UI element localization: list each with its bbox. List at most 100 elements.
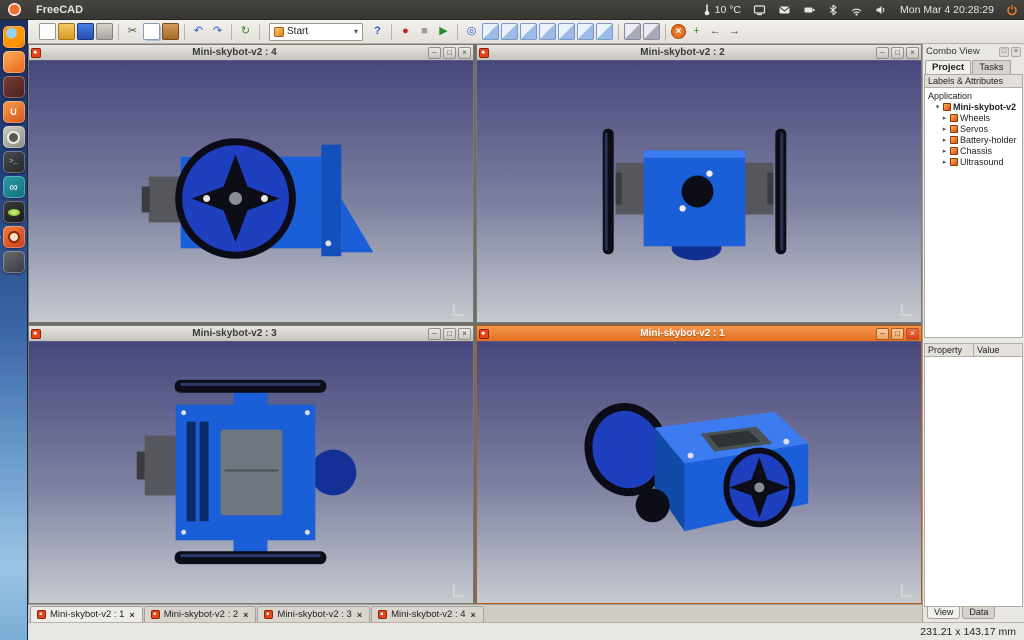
viewport-3d-iso-view[interactable] <box>477 341 921 603</box>
bluetooth-indicator[interactable] <box>828 0 838 20</box>
messaging-indicator[interactable] <box>778 0 791 20</box>
selection-view-icon[interactable] <box>643 23 660 40</box>
draw-style-icon[interactable] <box>624 23 641 40</box>
rear-view-icon[interactable] <box>558 23 575 40</box>
open-file-icon[interactable] <box>58 23 75 40</box>
macro-stop-icon[interactable]: ■ <box>416 23 433 40</box>
next-view-icon[interactable]: → <box>726 23 743 40</box>
document-tab-1[interactable]: Mini-skybot-v2 : 1 × <box>30 606 143 622</box>
display-indicator[interactable] <box>753 0 766 20</box>
document-tab-3[interactable]: Mini-skybot-v2 : 3 × <box>257 606 370 622</box>
tree-item-battery-holder[interactable]: ▸ Battery-holder <box>925 134 1022 145</box>
tree-item-wheels[interactable]: ▸ Wheels <box>925 112 1022 123</box>
clock-indicator[interactable]: Mon Mar 4 20:28:29 <box>900 0 994 20</box>
restore-button[interactable]: □ <box>443 328 456 340</box>
tree-item-chassis[interactable]: ▸ Chassis <box>925 145 1022 156</box>
weather-indicator[interactable]: 10 °C <box>702 0 741 20</box>
close-button[interactable]: × <box>458 328 471 340</box>
launcher-item-software-center[interactable] <box>3 51 25 73</box>
fit-all-icon[interactable]: ◎ <box>463 23 480 40</box>
tab-close-icon[interactable]: × <box>470 610 477 620</box>
tree-item-document[interactable]: ▾ Mini-skybot-v2 <box>925 101 1022 112</box>
front-view-icon[interactable] <box>501 23 518 40</box>
tab-close-icon[interactable]: × <box>128 610 135 620</box>
minimize-button[interactable]: – <box>428 328 441 340</box>
viewport-3d-front-view[interactable] <box>477 60 921 322</box>
close-button[interactable]: × <box>906 328 919 340</box>
cut-icon[interactable]: ✂ <box>124 23 141 40</box>
workbench-value: Start <box>287 26 351 37</box>
launcher-item-arduino[interactable]: ∞ <box>3 176 25 198</box>
tree-item-application[interactable]: Application <box>925 90 1022 101</box>
tree-collapsed-icon[interactable]: ▸ <box>941 125 948 133</box>
stop-loading-icon[interactable]: × <box>671 24 686 39</box>
minimize-button[interactable]: – <box>876 328 889 340</box>
macro-record-icon[interactable]: ● <box>397 23 414 40</box>
workbench-selector[interactable]: Start ▾ <box>269 23 363 41</box>
undo-icon[interactable]: ↶ <box>190 23 207 40</box>
bluetooth-icon <box>828 4 838 16</box>
tree-collapsed-icon[interactable]: ▸ <box>941 114 948 122</box>
copy-icon[interactable] <box>143 23 160 40</box>
network-indicator[interactable] <box>850 0 863 20</box>
subwindow-title: Mini-skybot-v2 : 1 <box>491 328 874 339</box>
left-view-icon[interactable] <box>596 23 613 40</box>
launcher-item-terminal[interactable]: >_ <box>3 151 25 173</box>
tree-collapsed-icon[interactable]: ▸ <box>941 136 948 144</box>
save-file-icon[interactable] <box>77 23 94 40</box>
macro-play-icon[interactable]: ▶ <box>435 23 452 40</box>
session-indicator[interactable] <box>1006 0 1018 20</box>
close-panel-icon[interactable]: × <box>1011 47 1021 57</box>
new-file-icon[interactable] <box>39 23 56 40</box>
toolbar-separator <box>665 24 666 40</box>
axonometric-view-icon[interactable] <box>482 23 499 40</box>
float-panel-icon[interactable]: □ <box>999 47 1009 57</box>
tree-item-servos[interactable]: ▸ Servos <box>925 123 1022 134</box>
tab-project[interactable]: Project <box>925 60 971 74</box>
tab-tasks[interactable]: Tasks <box>972 60 1010 74</box>
paste-icon[interactable] <box>162 23 179 40</box>
restore-button[interactable]: □ <box>891 328 904 340</box>
tree-expanded-icon[interactable]: ▾ <box>934 103 941 111</box>
print-icon[interactable] <box>96 23 113 40</box>
launcher-item-nvidia-settings[interactable] <box>3 201 25 223</box>
redo-icon[interactable]: ↷ <box>209 23 226 40</box>
viewport-3d-side-view[interactable] <box>29 60 473 322</box>
restore-button[interactable]: □ <box>891 47 904 59</box>
launcher-item-freecad-active[interactable] <box>3 226 25 248</box>
add-view-icon[interactable]: + <box>688 23 705 40</box>
bottom-view-icon[interactable] <box>577 23 594 40</box>
ubuntu-home-button[interactable] <box>0 0 28 20</box>
minimize-button[interactable]: – <box>876 47 889 59</box>
minimize-button[interactable]: – <box>428 47 441 59</box>
subwindow-titlebar[interactable]: Mini-skybot-v2 : 1 – □ × <box>477 326 921 341</box>
refresh-icon[interactable]: ↻ <box>237 23 254 40</box>
document-tab-4[interactable]: Mini-skybot-v2 : 4 × <box>371 606 484 622</box>
tab-close-icon[interactable]: × <box>356 610 363 620</box>
launcher-item-workspace[interactable] <box>3 251 25 273</box>
tree-collapsed-icon[interactable]: ▸ <box>941 158 948 166</box>
right-view-icon[interactable] <box>539 23 556 40</box>
tab-view[interactable]: View <box>927 607 960 619</box>
sound-indicator[interactable] <box>875 0 888 20</box>
document-tab-2[interactable]: Mini-skybot-v2 : 2 × <box>144 606 257 622</box>
top-view-icon[interactable] <box>520 23 537 40</box>
tree-item-ultrasound[interactable]: ▸ Ultrasound <box>925 156 1022 167</box>
subwindow-titlebar[interactable]: Mini-skybot-v2 : 2 – □ × <box>477 45 921 60</box>
launcher-item-ubuntu-one[interactable]: U <box>3 101 25 123</box>
tree-collapsed-icon[interactable]: ▸ <box>941 147 948 155</box>
tab-data[interactable]: Data <box>962 607 995 619</box>
whats-this-icon[interactable]: ? <box>369 23 386 40</box>
viewport-3d-top-view[interactable] <box>29 341 473 603</box>
restore-button[interactable]: □ <box>443 47 456 59</box>
launcher-item-music-store[interactable] <box>3 76 25 98</box>
battery-indicator[interactable] <box>803 0 816 20</box>
launcher-item-system-settings[interactable] <box>3 126 25 148</box>
close-button[interactable]: × <box>906 47 919 59</box>
launcher-item-firefox[interactable] <box>3 26 25 48</box>
subwindow-titlebar[interactable]: Mini-skybot-v2 : 4 – □ × <box>29 45 473 60</box>
close-button[interactable]: × <box>458 47 471 59</box>
tab-close-icon[interactable]: × <box>242 610 249 620</box>
previous-view-icon[interactable]: ← <box>707 23 724 40</box>
subwindow-titlebar[interactable]: Mini-skybot-v2 : 3 – □ × <box>29 326 473 341</box>
